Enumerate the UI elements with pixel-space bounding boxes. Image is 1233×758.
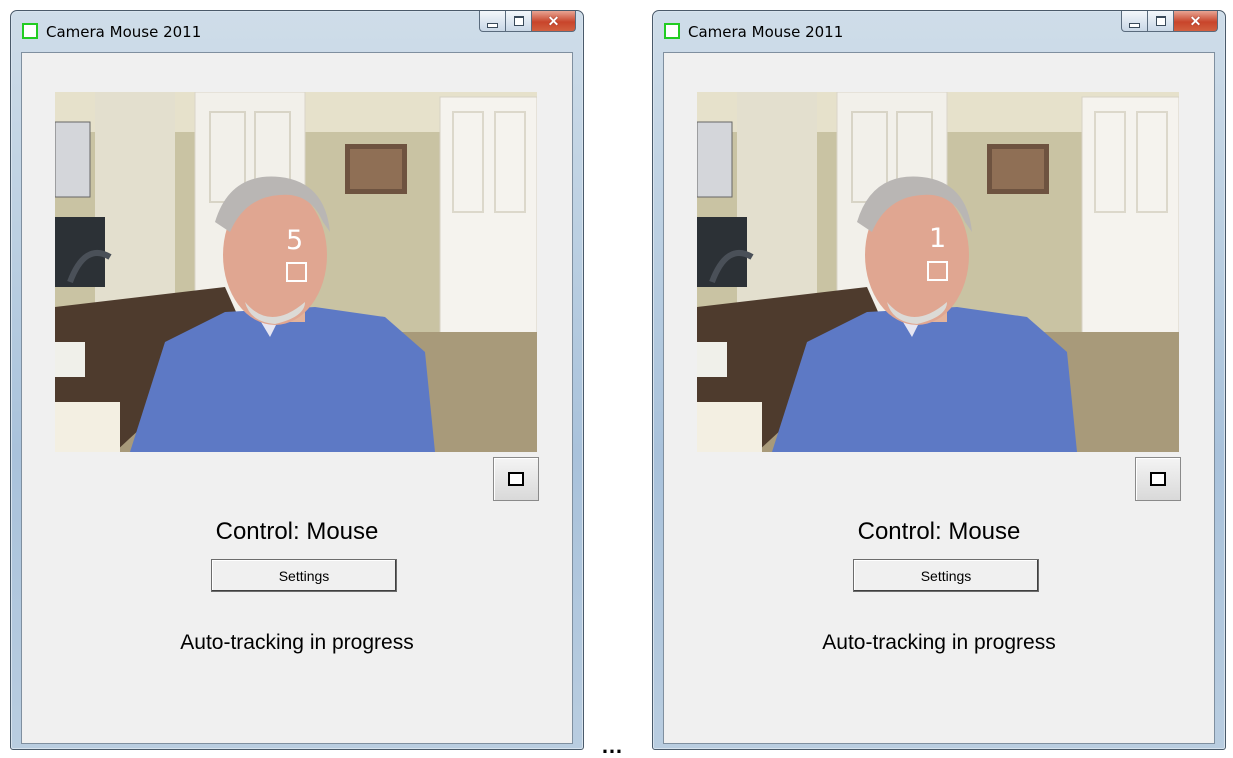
- minimize-button[interactable]: [479, 11, 506, 32]
- close-icon: ✕: [547, 13, 560, 29]
- select-feature-icon: [508, 472, 524, 486]
- camera-video-feed[interactable]: 1: [697, 92, 1179, 452]
- tracking-feature-box: [286, 262, 307, 282]
- close-button[interactable]: ✕: [532, 11, 576, 32]
- camera-mouse-window-1: Camera Mouse 2011 ✕ 5 Control: Mouse Set…: [10, 10, 584, 750]
- camera-mouse-app-icon: [22, 23, 38, 39]
- camera-video-feed[interactable]: 5: [55, 92, 537, 452]
- minimize-icon: [1129, 22, 1140, 28]
- maximize-icon: [1155, 16, 1166, 26]
- select-feature-button[interactable]: [493, 457, 539, 501]
- control-status-label: Control: Mouse: [857, 518, 1021, 545]
- caption-buttons: ✕: [479, 11, 576, 34]
- client-area: 1 Control: Mouse Settings Auto-tracking …: [663, 52, 1215, 744]
- close-icon: ✕: [1189, 13, 1202, 29]
- title-bar[interactable]: Camera Mouse 2011 ✕: [11, 11, 583, 49]
- client-area: 5 Control: Mouse Settings Auto-tracking …: [21, 52, 573, 744]
- countdown-number: 1: [929, 223, 947, 254]
- caption-buttons: ✕: [1121, 11, 1218, 34]
- title-bar[interactable]: Camera Mouse 2011 ✕: [653, 11, 1225, 49]
- maximize-button[interactable]: [1148, 11, 1174, 32]
- select-feature-button[interactable]: [1135, 457, 1181, 501]
- window-title: Camera Mouse 2011: [688, 23, 844, 41]
- tracking-feature-box: [927, 261, 948, 281]
- camera-mouse-window-2: Camera Mouse 2011 ✕ 1 Control: Mouse Set…: [652, 10, 1226, 750]
- maximize-icon: [513, 16, 524, 26]
- camera-mouse-app-icon: [664, 23, 680, 39]
- tracking-status-label: Auto-tracking in progress: [180, 631, 414, 654]
- settings-button[interactable]: Settings: [211, 559, 397, 592]
- maximize-button[interactable]: [506, 11, 532, 32]
- minimize-button[interactable]: [1121, 11, 1148, 32]
- minimize-icon: [487, 22, 498, 28]
- window-title: Camera Mouse 2011: [46, 23, 202, 41]
- close-button[interactable]: ✕: [1174, 11, 1218, 32]
- control-status-label: Control: Mouse: [215, 518, 379, 545]
- select-feature-icon: [1150, 472, 1166, 486]
- settings-button[interactable]: Settings: [853, 559, 1039, 592]
- sequence-ellipsis: …: [601, 733, 624, 758]
- tracking-status-label: Auto-tracking in progress: [822, 631, 1056, 654]
- countdown-number: 5: [286, 225, 304, 256]
